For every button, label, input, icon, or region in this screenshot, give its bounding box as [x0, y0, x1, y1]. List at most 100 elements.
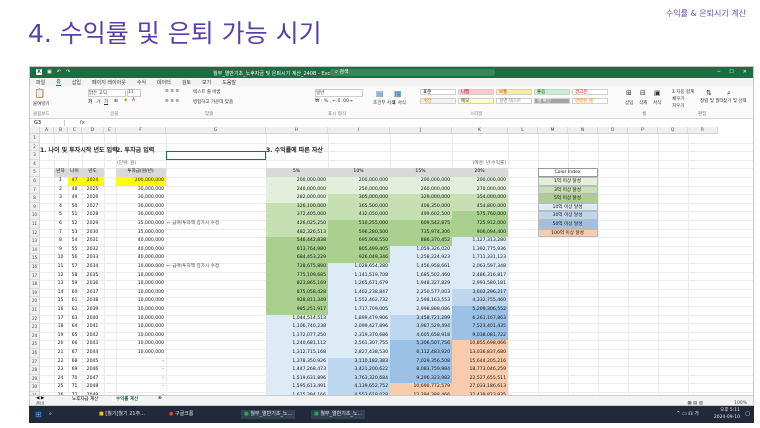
minimize-icon[interactable]: ─: [717, 69, 720, 75]
age-cell[interactable]: 61: [68, 297, 82, 306]
invest-cell[interactable]: 10,000,000: [116, 272, 166, 281]
row-header[interactable]: 24: [30, 331, 40, 341]
invest-cell[interactable]: 30,000,000: [116, 194, 166, 203]
row-header[interactable]: 26: [30, 349, 40, 358]
row-header[interactable]: 16: [30, 263, 40, 272]
row-header[interactable]: 15: [30, 254, 40, 263]
taskbar-item-3[interactable]: ■ 월부_열반기초_노...: [241, 410, 296, 419]
row-header[interactable]: 27: [30, 357, 40, 367]
sort-filter-icon[interactable]: ⇅: [706, 89, 712, 97]
invest-cell[interactable]: 10,000,000: [116, 289, 166, 298]
row-header[interactable]: 4: [30, 159, 40, 169]
redo-icon[interactable]: ↷: [66, 69, 70, 75]
cell-style-option[interactable]: 설명 텍스트: [496, 98, 532, 104]
align-left-icon[interactable]: ≡ ≡ ≡: [165, 99, 179, 104]
column-header[interactable]: M: [538, 127, 568, 134]
invest-cell[interactable]: 40,000,000: [116, 246, 166, 255]
tab-page-layout[interactable]: 페이지 레이아웃: [92, 79, 126, 86]
year-cell[interactable]: 2025: [82, 186, 104, 195]
row-header[interactable]: 10: [30, 211, 40, 220]
year-cell[interactable]: 2042: [82, 332, 104, 341]
system-tray-icon[interactable]: ^ ▭ ☊ 가: [676, 410, 699, 419]
paste-icon[interactable]: 📋: [34, 89, 45, 99]
clear-button[interactable]: 지우기: [672, 103, 684, 109]
taskbar-item-4[interactable]: ■ 월부_열반기초_노...: [311, 410, 366, 419]
cell-style-option[interactable]: 표준: [420, 89, 456, 95]
year-cell[interactable]: 2036: [82, 280, 104, 289]
invest-cell[interactable]: 35,000,000: [116, 220, 166, 229]
age-cell[interactable]: 69: [68, 366, 82, 375]
invest-cell[interactable]: 200,000,000: [116, 177, 166, 186]
column-header[interactable]: D: [82, 127, 104, 134]
wrap-text-button[interactable]: 텍스트 줄 바꿈: [193, 89, 221, 95]
cell-style-option[interactable]: 셀 확인: [534, 98, 570, 104]
taskbar-item-2[interactable]: ● 구글크롬: [169, 410, 193, 419]
table-format-icon[interactable]: ▦: [394, 89, 402, 98]
select-all-corner[interactable]: [30, 127, 40, 134]
invest-cell[interactable]: 35,000,000: [116, 229, 166, 238]
column-header[interactable]: I: [328, 127, 390, 134]
age-cell[interactable]: 53: [68, 229, 82, 238]
year-cell[interactable]: 2040: [82, 315, 104, 324]
year-cell[interactable]: 2029: [82, 220, 104, 229]
close-icon[interactable]: ✕: [743, 69, 747, 75]
format-cells-icon[interactable]: ▣: [654, 89, 661, 97]
invest-cell[interactable]: 10,000,000: [116, 323, 166, 332]
year-cell[interactable]: 2037: [82, 289, 104, 298]
row-header[interactable]: 1: [30, 134, 40, 143]
font-name-select[interactable]: 맑은 고딕: [88, 89, 126, 97]
taskbar-item-1[interactable]: ■ [월기]월기 21주...: [99, 410, 145, 419]
fill-button[interactable]: 채우기: [672, 96, 684, 102]
worksheet-grid[interactable]: A B C D E F G H I J K L M N O P Q R 1 2 3 4 5 6 7 8 9 10 11 12 13 14 15 1…: [30, 127, 753, 395]
cell-style-option[interactable]: 경고문: [572, 89, 608, 95]
tab-data[interactable]: 데이터: [157, 79, 171, 86]
insert-cells-button[interactable]: 삽입: [625, 100, 633, 106]
delete-cells-icon[interactable]: ⊟: [640, 89, 646, 97]
invest-cell[interactable]: 30,000,000: [116, 211, 166, 220]
row-header[interactable]: 23: [30, 323, 40, 332]
find-select-icon[interactable]: ⌕: [727, 89, 731, 98]
invest-cell[interactable]: 10,000,000: [116, 349, 166, 358]
row-header[interactable]: 30: [30, 383, 40, 392]
year-cell[interactable]: 2044: [82, 349, 104, 358]
column-header[interactable]: L: [508, 127, 538, 134]
column-header[interactable]: C: [68, 127, 82, 134]
cell-style-option[interactable]: 보통: [496, 89, 532, 95]
row-header[interactable]: 25: [30, 340, 40, 349]
column-header[interactable]: O: [598, 127, 628, 134]
age-cell[interactable]: 64: [68, 323, 82, 332]
column-header[interactable]: J: [390, 127, 452, 134]
save-icon[interactable]: ▣: [47, 69, 52, 75]
invest-cell[interactable]: -: [116, 383, 166, 392]
fill-color-icon[interactable]: ◆: [124, 98, 127, 103]
undo-icon[interactable]: ↶: [57, 69, 61, 75]
tab-formulas[interactable]: 수식: [137, 79, 146, 86]
invest-cell[interactable]: 10,000,000: [116, 297, 166, 306]
year-cell[interactable]: 2039: [82, 306, 104, 315]
invest-cell[interactable]: 10,000,000: [116, 263, 166, 272]
year-cell[interactable]: 2041: [82, 323, 104, 332]
number-format-select[interactable]: 일반: [315, 89, 363, 97]
format-cells-button[interactable]: 서식: [653, 100, 661, 106]
delete-cells-button[interactable]: 삭제: [639, 100, 647, 106]
windows-start-icon[interactable]: ⊞: [35, 410, 42, 419]
invest-cell[interactable]: -: [116, 358, 166, 367]
search-box[interactable]: ⌕ 검색: [330, 69, 495, 76]
year-cell[interactable]: 2046: [82, 366, 104, 375]
row-header[interactable]: 6: [30, 177, 40, 186]
year-cell[interactable]: 2043: [82, 340, 104, 349]
age-cell[interactable]: 57: [68, 263, 82, 272]
invest-cell[interactable]: 30,000,000: [116, 186, 166, 195]
age-cell[interactable]: 70: [68, 375, 82, 384]
age-cell[interactable]: 63: [68, 315, 82, 324]
year-cell[interactable]: 2035: [82, 272, 104, 281]
age-cell[interactable]: 48: [68, 186, 82, 195]
font-size-select[interactable]: 11: [127, 89, 141, 97]
age-cell[interactable]: 55: [68, 246, 82, 255]
cell-style-option[interactable]: 메모: [458, 98, 494, 104]
merge-center-button[interactable]: 병합하고 가운데 맞춤: [193, 99, 233, 105]
row-header[interactable]: 2: [30, 142, 40, 152]
row-header[interactable]: 18: [30, 280, 40, 289]
column-header[interactable]: P: [628, 127, 658, 134]
year-cell[interactable]: 2031: [82, 237, 104, 246]
